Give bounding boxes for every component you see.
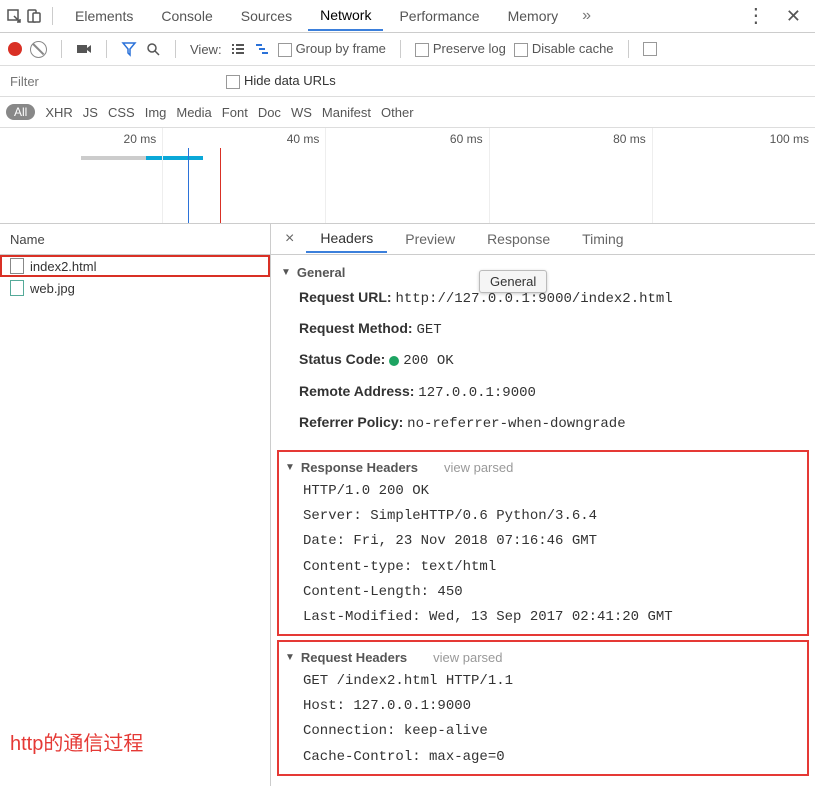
clear-icon[interactable] [30,41,47,58]
filter-bar: Hide data URLs [0,66,815,97]
filter-xhr[interactable]: XHR [45,105,72,120]
request-method-value: GET [416,322,441,338]
hide-data-urls-label: Hide data URLs [244,73,336,88]
group-by-frame-label: Group by frame [296,41,386,56]
response-headers-header[interactable]: ▼Response Headersview parsed [285,456,801,479]
waterfall-timeline[interactable]: 20 ms 40 ms 60 ms 80 ms 100 ms [0,128,815,224]
filter-all[interactable]: All [6,104,35,120]
view-parsed-link[interactable]: view parsed [444,460,513,475]
filter-css[interactable]: CSS [108,105,135,120]
request-list-pane: Name index2.html web.jpg http的通信过程 [0,224,271,786]
close-detail-icon[interactable]: × [277,230,302,248]
filter-img[interactable]: Img [145,105,167,120]
wf-tick-1: 20 ms [124,132,157,146]
filter-doc[interactable]: Doc [258,105,281,120]
tab-response[interactable]: Response [473,226,564,252]
network-toolbar: View: Group by frame Preserve log Disabl… [0,33,815,66]
triangle-down-icon: ▼ [285,652,295,663]
req-line: Connection: keep-alive [303,719,801,744]
resp-line: Content-type: text/html [303,555,801,580]
filter-manifest[interactable]: Manifest [322,105,371,120]
tab-preview[interactable]: Preview [391,226,469,252]
tab-timing[interactable]: Timing [568,226,638,252]
request-detail-pane: × Headers Preview Response Timing Genera… [271,224,815,786]
image-icon [10,280,24,296]
preserve-log-checkbox[interactable] [415,43,429,57]
wf-tick-2: 40 ms [287,132,320,146]
view-label: View: [190,42,222,57]
status-code-value: 200 OK [403,353,453,369]
tooltip: General [479,270,547,293]
wf-tick-3: 60 ms [450,132,483,146]
response-headers-box: ▼Response Headersview parsed HTTP/1.0 20… [277,450,809,636]
tab-elements[interactable]: Elements [63,2,145,30]
filter-ws[interactable]: WS [291,105,312,120]
tab-sources[interactable]: Sources [229,2,304,30]
view-parsed-link[interactable]: view parsed [433,650,502,665]
hide-data-urls-checkbox[interactable] [226,75,240,89]
filter-font[interactable]: Font [222,105,248,120]
document-icon [10,258,24,274]
view-list-icon[interactable] [230,41,246,57]
record-button[interactable] [8,42,22,56]
disable-cache-checkbox[interactable] [514,43,528,57]
tab-performance[interactable]: Performance [387,2,491,30]
request-row-index2[interactable]: index2.html [0,255,270,277]
wf-tick-5: 100 ms [770,132,809,146]
req-line: Host: 127.0.0.1:9000 [303,694,801,719]
request-name: web.jpg [30,281,75,296]
resp-line: HTTP/1.0 200 OK [303,479,801,504]
more-tabs-icon[interactable]: » [574,7,599,25]
annotation-text: http的通信过程 [0,697,270,786]
disable-cache-label: Disable cache [532,41,614,56]
inspect-icon[interactable] [6,8,22,24]
tab-console[interactable]: Console [149,2,224,30]
resp-line: Server: SimpleHTTP/0.6 Python/3.6.4 [303,504,801,529]
preserve-log-label: Preserve log [433,41,506,56]
filter-other[interactable]: Other [381,105,414,120]
req-line: GET /index2.html HTTP/1.1 [303,669,801,694]
resp-line: Date: Fri, 23 Nov 2018 07:16:46 GMT [303,529,801,554]
req-line: Cache-Control: max-age=0 [303,745,801,770]
kebab-menu-icon[interactable]: ⋮ [738,6,774,26]
request-name: index2.html [30,259,96,274]
resp-line: Last-Modified: Wed, 13 Sep 2017 02:41:20… [303,605,801,630]
name-column-header[interactable]: Name [0,224,270,255]
tab-network[interactable]: Network [308,1,383,31]
filter-input[interactable] [6,72,214,91]
resp-line: Content-Length: 450 [303,580,801,605]
detail-tabs: × Headers Preview Response Timing [271,224,815,255]
group-by-frame-checkbox[interactable] [278,43,292,57]
triangle-down-icon: ▼ [285,462,295,473]
type-filter-bar: All XHR JS CSS Img Media Font Doc WS Man… [0,97,815,128]
camera-icon[interactable] [76,41,92,57]
main-toolbar: Elements Console Sources Network Perform… [0,0,815,33]
filter-js[interactable]: JS [83,105,98,120]
request-headers-box: ▼Request Headersview parsed GET /index2.… [277,640,809,776]
offline-checkbox[interactable] [643,42,657,56]
filter-media[interactable]: Media [176,105,211,120]
filter-funnel-icon[interactable] [121,41,137,57]
request-headers-header[interactable]: ▼Request Headersview parsed [285,646,801,669]
tab-headers[interactable]: Headers [306,225,387,253]
view-waterfall-icon[interactable] [254,41,270,57]
remote-address-value: 127.0.0.1:9000 [418,385,536,401]
triangle-down-icon: ▼ [281,267,291,278]
close-icon[interactable]: ✕ [778,6,809,27]
tab-memory[interactable]: Memory [496,2,571,30]
device-toggle-icon[interactable] [26,8,42,24]
status-ok-icon [389,356,399,366]
wf-tick-4: 80 ms [613,132,646,146]
request-url-value: http://127.0.0.1:9000/index2.html [395,291,672,307]
search-icon[interactable] [145,41,161,57]
referrer-policy-value: no-referrer-when-downgrade [407,416,625,432]
request-row-webjpg[interactable]: web.jpg [0,277,270,299]
